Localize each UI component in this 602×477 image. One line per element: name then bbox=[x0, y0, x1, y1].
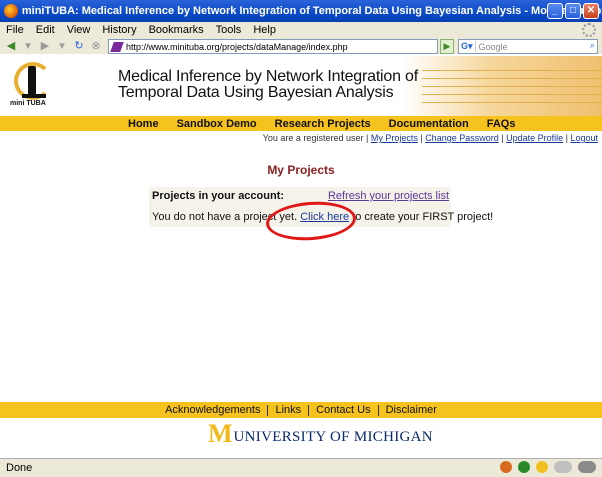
maximize-button[interactable]: □ bbox=[565, 3, 581, 19]
loading-throbber-icon bbox=[582, 23, 596, 37]
search-placeholder: Google bbox=[478, 41, 508, 52]
logo-text: mini TUBA bbox=[10, 100, 46, 107]
back-dropdown-icon[interactable]: ▾ bbox=[21, 39, 35, 53]
forward-dropdown-icon[interactable]: ▾ bbox=[55, 39, 69, 53]
google-engine-icon[interactable]: G▾ bbox=[459, 41, 476, 52]
status-text: Done bbox=[6, 462, 33, 474]
link-change-password[interactable]: Change Password bbox=[425, 133, 499, 143]
back-arrow-icon[interactable]: ◀ bbox=[4, 39, 18, 53]
close-button[interactable]: ✕ bbox=[583, 3, 599, 19]
menu-view[interactable]: View bbox=[67, 24, 91, 36]
empty-message-after: to create your FIRST project! bbox=[352, 211, 494, 223]
university-of-michigan-logo[interactable]: M UNIVERSITY OF MICHIGAN bbox=[208, 419, 433, 448]
university-name: UNIVERSITY OF MICHIGAN bbox=[233, 429, 433, 445]
reload-icon[interactable]: ↻ bbox=[72, 39, 86, 53]
nav-research-projects[interactable]: Research Projects bbox=[275, 118, 371, 130]
minimize-button[interactable]: _ bbox=[547, 3, 563, 19]
menu-help[interactable]: Help bbox=[253, 24, 276, 36]
forward-arrow-icon[interactable]: ▶ bbox=[38, 39, 52, 53]
menu-history[interactable]: History bbox=[102, 24, 136, 36]
link-logout[interactable]: Logout bbox=[570, 133, 598, 143]
site-title-line2: Temporal Data Using Bayesian Analysis bbox=[118, 84, 394, 101]
nav-sandbox-demo[interactable]: Sandbox Demo bbox=[177, 118, 257, 130]
weather-icon[interactable] bbox=[554, 461, 572, 473]
menu-bookmarks[interactable]: Bookmarks bbox=[149, 24, 204, 36]
address-text: http://www.minituba.org/projects/dataMan… bbox=[126, 41, 348, 52]
page-content: mini TUBA Medical Inference by Network I… bbox=[0, 56, 602, 458]
microscope-icon bbox=[28, 66, 36, 96]
refresh-projects-link[interactable]: Refresh your projects list bbox=[328, 190, 449, 202]
menu-file[interactable]: File bbox=[6, 24, 24, 36]
nav-faqs[interactable]: FAQs bbox=[487, 118, 516, 130]
go-button[interactable]: ▶ bbox=[440, 39, 454, 54]
status-bar: Done bbox=[0, 458, 602, 477]
footer-disclaimer[interactable]: Disclaimer bbox=[379, 404, 444, 416]
footer-links[interactable]: Links bbox=[268, 404, 308, 416]
address-bar[interactable]: http://www.minituba.org/projects/dataMan… bbox=[108, 39, 438, 54]
smiley-icon[interactable] bbox=[536, 461, 548, 473]
site-title: Medical Inference by Network Integration… bbox=[118, 69, 418, 101]
firefox-icon bbox=[4, 4, 18, 18]
microscope-base bbox=[22, 94, 46, 98]
minituba-logo[interactable]: mini TUBA bbox=[10, 62, 58, 112]
menu-bar: File Edit View History Bookmarks Tools H… bbox=[0, 22, 602, 38]
window-title-bar: miniTUBA: Medical Inference by Network I… bbox=[0, 0, 602, 22]
window-controls: _ □ ✕ bbox=[547, 3, 599, 19]
site-header: mini TUBA Medical Inference by Network I… bbox=[0, 56, 602, 116]
footer-nav: Acknowledgements Links Contact Us Discla… bbox=[0, 402, 602, 418]
cloud-icon[interactable] bbox=[578, 461, 596, 473]
userbar-text: You are a registered user | bbox=[262, 133, 369, 143]
site-title-line1: Medical Inference by Network Integration… bbox=[118, 68, 419, 85]
window-title: miniTUBA: Medical Inference by Network I… bbox=[21, 5, 602, 17]
link-update-profile[interactable]: Update Profile bbox=[506, 133, 563, 143]
nav-documentation[interactable]: Documentation bbox=[389, 118, 469, 130]
block-m-logo: M bbox=[208, 419, 233, 448]
header-music-decoration bbox=[402, 56, 602, 116]
site-favicon-icon bbox=[110, 41, 124, 52]
projects-label: Projects in your account: bbox=[152, 190, 285, 202]
addon-icon[interactable] bbox=[500, 461, 512, 473]
stop-icon[interactable]: ⊗ bbox=[89, 39, 103, 53]
footer-contact-us[interactable]: Contact Us bbox=[309, 404, 377, 416]
search-box[interactable]: G▾ Google ⌕ bbox=[458, 39, 598, 54]
link-my-projects[interactable]: My Projects bbox=[371, 133, 418, 143]
page-title: My Projects bbox=[267, 163, 335, 177]
search-icon[interactable]: ⌕ bbox=[590, 40, 595, 51]
site-nav: Home Sandbox Demo Research Projects Docu… bbox=[0, 116, 602, 131]
status-icons bbox=[500, 461, 596, 473]
menu-tools[interactable]: Tools bbox=[216, 24, 242, 36]
nav-home[interactable]: Home bbox=[128, 118, 159, 130]
security-icon[interactable] bbox=[518, 461, 530, 473]
footer-acknowledgements[interactable]: Acknowledgements bbox=[158, 404, 267, 416]
navigation-toolbar: ◀ ▾ ▶ ▾ ↻ ⊗ ⌂ http://www.minituba.org/pr… bbox=[0, 38, 602, 54]
user-bar: You are a registered user | My Projects … bbox=[262, 133, 598, 143]
menu-edit[interactable]: Edit bbox=[36, 24, 55, 36]
